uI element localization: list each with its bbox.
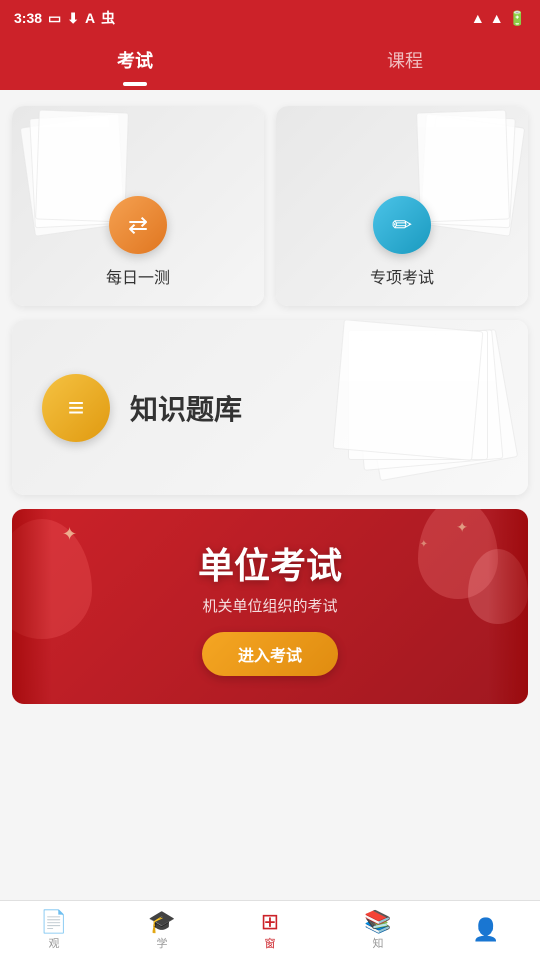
main-content: ⇄ 每日一测 ✏ 专项考试 [0, 90, 540, 900]
enter-exam-button[interactable]: 进入考试 [202, 632, 338, 676]
tab-exam[interactable]: 考试 [0, 36, 270, 84]
daily-test-label: 每日一测 [106, 264, 170, 288]
bottom-nav: 📄 观 🎓 学 ⊞ 窗 📚 知 👤 [0, 900, 540, 960]
special-test-icon: ✏ [373, 196, 431, 254]
nav-item-guan[interactable]: 📄 观 [0, 911, 108, 951]
bug-icon: 虫 [101, 8, 115, 28]
status-left: 3:38 ▭ ⬇ A 虫 [14, 8, 115, 28]
daily-test-card[interactable]: ⇄ 每日一测 [12, 106, 264, 306]
knowledge-bank-card[interactable]: ≡ 知识题库 [12, 320, 528, 495]
nav-item-user[interactable]: 👤 [432, 919, 540, 943]
daily-test-icon: ⇄ [109, 196, 167, 254]
status-right: ▲ ▲ 🔋 [471, 10, 526, 27]
star-decoration-2: ✦ [456, 519, 468, 536]
download-icon: ⬇ [67, 10, 79, 27]
top-cards-row: ⇄ 每日一测 ✏ 专项考试 [12, 106, 528, 306]
signal-icon: ▲ [490, 10, 504, 26]
nav-item-zhi[interactable]: 📚 知 [324, 911, 432, 951]
wifi-icon: ▲ [471, 10, 485, 26]
sim-icon: ▭ [48, 10, 61, 27]
header-tabs: 考试 课程 [0, 36, 540, 90]
nav-label-zhi: 知 [373, 935, 384, 951]
knowledge-bank-label: 知识题库 [130, 388, 242, 428]
tab-course[interactable]: 课程 [270, 36, 540, 84]
status-bar: 3:38 ▭ ⬇ A 虫 ▲ ▲ 🔋 [0, 0, 540, 36]
unit-exam-subtitle: 机关单位组织的考试 [202, 595, 337, 616]
text-icon: A [85, 10, 95, 26]
unit-exam-card[interactable]: ✦ ✦ ✦ 单位考试 机关单位组织的考试 进入考试 [12, 509, 528, 704]
nav-item-xue[interactable]: 🎓 学 [108, 911, 216, 951]
nav-icon-zhi: 📚 [364, 911, 391, 933]
tab-course-label: 课程 [387, 47, 423, 73]
knowledge-bank-icon: ≡ [42, 374, 110, 442]
battery-icon: 🔋 [509, 10, 526, 27]
nav-label-xue: 学 [157, 935, 168, 951]
nav-item-chuang[interactable]: ⊞ 窗 [216, 911, 324, 951]
curtain-right [488, 509, 528, 704]
nav-label-guan: 观 [49, 935, 60, 951]
nav-icon-xue: 🎓 [148, 911, 175, 933]
nav-label-chuang: 窗 [265, 935, 276, 951]
tab-indicator [123, 82, 147, 86]
star-decoration-3: ✦ [420, 539, 428, 550]
unit-exam-title: 单位考试 [198, 537, 342, 589]
star-decoration-1: ✦ [62, 524, 77, 545]
nav-icon-user: 👤 [472, 919, 499, 941]
tab-exam-label: 考试 [117, 47, 153, 73]
special-test-card[interactable]: ✏ 专项考试 [276, 106, 528, 306]
curtain-left [12, 509, 52, 704]
nav-icon-guan: 📄 [40, 911, 67, 933]
status-time: 3:38 [14, 10, 42, 26]
special-test-label: 专项考试 [370, 264, 434, 288]
nav-icon-chuang: ⊞ [261, 911, 279, 933]
